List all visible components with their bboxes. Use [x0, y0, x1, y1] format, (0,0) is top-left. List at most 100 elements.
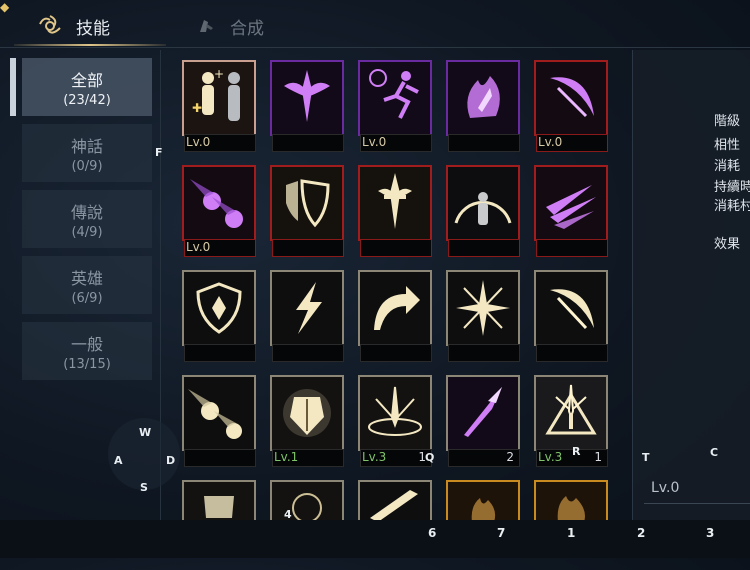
- skill-level: Lv.0: [186, 135, 211, 149]
- skill-slot[interactable]: + ✚ Lv.0: [182, 60, 256, 152]
- dark-eclipse-icon: [448, 167, 518, 239]
- radiant-nova-icon: [360, 377, 430, 449]
- guard-shield-icon: [184, 272, 254, 344]
- tab-skills-label: 技能: [76, 18, 110, 39]
- detail-label-material: 消耗村: [714, 199, 750, 214]
- blessing-figures-icon: + ✚: [184, 62, 254, 134]
- category-legend[interactable]: 傳說 (4/9): [22, 190, 152, 248]
- key-hint-f: F: [155, 146, 163, 159]
- category-count: (4/9): [71, 225, 103, 240]
- detail-label-effect: 效果: [714, 237, 741, 252]
- skill-level: Lv.1: [274, 450, 299, 464]
- skill-slot[interactable]: [270, 60, 344, 152]
- top-bar: ◆ 技能 合成: [0, 0, 750, 50]
- hotkey-3[interactable]: 3: [706, 526, 714, 540]
- category-name: 傳說: [70, 203, 103, 222]
- category-all[interactable]: 全部 (23/42): [22, 58, 152, 116]
- skill-slot[interactable]: Lv.0: [358, 60, 432, 152]
- hotkey-6[interactable]: 6: [428, 526, 436, 540]
- skill-level: Lv.0: [362, 135, 387, 149]
- holy-sword-icon: [360, 167, 430, 239]
- skill-slot[interactable]: [446, 165, 520, 257]
- svg-text:✚: ✚: [192, 101, 202, 115]
- tab-craft[interactable]: 合成: [196, 8, 264, 44]
- skill-slot[interactable]: [446, 60, 520, 152]
- skill-slot[interactable]: [534, 165, 608, 257]
- detail-label-grade: 階級: [714, 114, 741, 129]
- key-hint-c: C: [710, 446, 719, 459]
- detail-label-duration: 持續時: [714, 180, 750, 195]
- detail-label-affinity: 相性: [714, 138, 741, 153]
- tab-craft-label: 合成: [230, 18, 264, 39]
- skill-swirl-icon: [39, 15, 61, 34]
- skill-slot[interactable]: Lv.3 1: [358, 375, 432, 467]
- skill-slot[interactable]: [182, 375, 256, 467]
- radiant-shield-icon: [184, 482, 254, 522]
- category-common[interactable]: 一般 (13/15): [22, 322, 152, 380]
- skill-slot[interactable]: [270, 165, 344, 257]
- craft-anvil-icon: [200, 20, 213, 32]
- sprint-runner-icon: [360, 62, 430, 134]
- blade-arc-icon: [536, 272, 606, 344]
- category-hero[interactable]: 英雄 (6/9): [22, 256, 152, 314]
- skill-slot[interactable]: [446, 270, 520, 362]
- skill-count: 2: [506, 450, 514, 464]
- arcane-comets-icon: [184, 167, 254, 239]
- slash-wave-icon: [360, 482, 430, 522]
- skill-slot[interactable]: [358, 270, 432, 362]
- skill-slot[interactable]: [358, 165, 432, 257]
- key-hint-r: R: [572, 445, 581, 458]
- category-name: 神話: [70, 137, 103, 156]
- category-name: 全部: [70, 71, 103, 90]
- key-hint-s: S: [140, 481, 148, 494]
- detail-level: Lv.0: [651, 480, 680, 496]
- category-count: (6/9): [71, 291, 103, 306]
- category-name: 一般: [70, 335, 103, 354]
- skill-slot[interactable]: Lv.1: [270, 375, 344, 467]
- curved-arrow-icon: [360, 272, 430, 344]
- skill-level: Lv.3: [362, 450, 387, 464]
- key-hint-a: A: [114, 454, 123, 467]
- skill-slot[interactable]: [270, 270, 344, 362]
- armored-shield-icon: [272, 167, 342, 239]
- key-hint-q: Q: [425, 451, 435, 464]
- skill-slot[interactable]: Lv.0: [182, 165, 256, 257]
- golden-aura-icon: [272, 482, 342, 522]
- skill-slot[interactable]: [534, 270, 608, 362]
- blaze-flame-icon: [536, 482, 606, 522]
- starburst-icon: [448, 272, 518, 344]
- category-mythic[interactable]: 神話 (0/9): [22, 124, 152, 182]
- ember-flame-icon: [448, 482, 518, 522]
- category-count: (23/42): [63, 93, 111, 108]
- active-tab-underline: [14, 44, 166, 46]
- skill-slot[interactable]: Lv.3 1: [534, 375, 608, 467]
- category-count: (0/9): [71, 159, 103, 174]
- skill-count: 1: [594, 450, 602, 464]
- detail-label-cost: 消耗: [714, 159, 741, 174]
- header-divider: [0, 47, 750, 48]
- skill-level: Lv.0: [186, 240, 211, 254]
- skill-level: Lv.3: [538, 450, 563, 464]
- skill-slot[interactable]: [182, 270, 256, 362]
- skill-slot[interactable]: 2: [446, 375, 520, 467]
- lightning-bolt-icon: [272, 272, 342, 344]
- category-name: 英雄: [70, 269, 103, 288]
- claw-strike-icon: [536, 167, 606, 239]
- detail-divider: [644, 503, 750, 504]
- category-count: (13/15): [63, 357, 111, 372]
- key-hint-t: T: [642, 451, 650, 464]
- skill-level: Lv.0: [538, 135, 563, 149]
- key-hint-d: D: [166, 454, 176, 467]
- winged-sword-icon: [272, 62, 342, 134]
- tab-skills[interactable]: 技能: [38, 8, 110, 44]
- skill-slot[interactable]: Lv.0: [534, 60, 608, 152]
- hotkey-7[interactable]: 7: [497, 526, 505, 540]
- radiant-armor-icon: [272, 377, 342, 449]
- arcane-spear-icon: [448, 377, 518, 449]
- hotkey-2[interactable]: 2: [637, 526, 645, 540]
- svg-text:+: +: [214, 67, 224, 81]
- category-active-indicator: [10, 58, 16, 116]
- key-hint-w: W: [139, 426, 152, 439]
- hotkey-1[interactable]: 1: [567, 526, 575, 540]
- holy-pyramid-icon: [536, 377, 606, 449]
